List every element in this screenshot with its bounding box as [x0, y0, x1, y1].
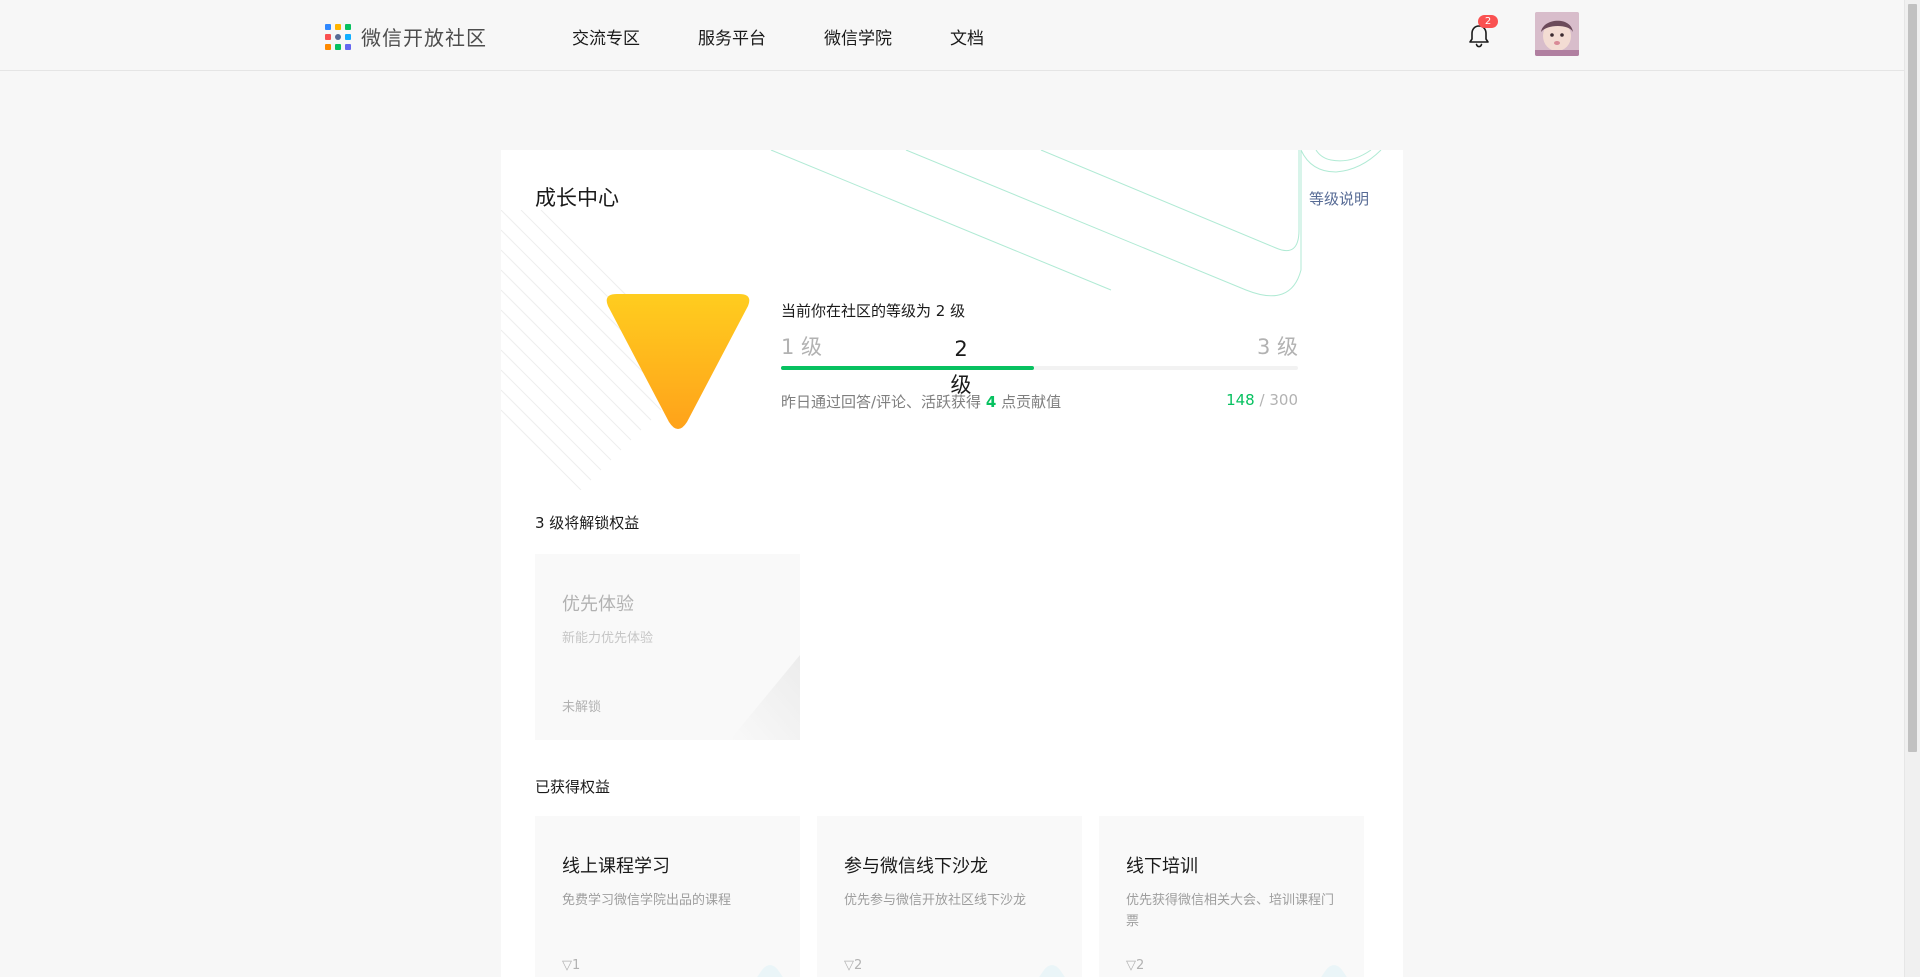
contribution-suffix: 点贡献值	[1001, 393, 1062, 411]
perk-description: 优先参与微信开放社区线下沙龙	[844, 893, 1027, 908]
logo-dot	[345, 33, 351, 40]
perk-level-tag: ▽2	[1126, 958, 1145, 973]
perk-card-offline-salon[interactable]: 参与微信线下沙龙 优先参与微信开放社区线下沙龙 ▽2	[817, 816, 1082, 977]
perk-name: 优先体验	[562, 594, 634, 615]
logo-dot	[335, 33, 341, 40]
score-display: 148 / 300	[1226, 391, 1298, 409]
main-nav: 交流专区 服务平台 微信学院 文档	[572, 24, 1042, 49]
logo-icon	[325, 23, 351, 50]
logo-dot	[325, 23, 331, 30]
perk-card-online-course[interactable]: 线上课程学习 免费学习微信学院出品的课程 ▽1	[535, 816, 800, 977]
perk-status: 未解锁	[562, 700, 602, 715]
earned-section-title: 已获得权益	[535, 778, 611, 796]
current-level-text: 当前你在社区的等级为 2 级	[781, 302, 966, 320]
level-progress-fill	[781, 366, 1035, 370]
level-end-label: 3 级	[1256, 335, 1298, 359]
perk-name: 参与微信线下沙龙	[844, 856, 988, 877]
perk-description: 免费学习微信学院出品的课程	[562, 893, 732, 908]
logo-dot	[335, 43, 341, 50]
nav-item-academy[interactable]: 微信学院	[824, 24, 892, 49]
level-help-link[interactable]: 等级说明	[1309, 188, 1369, 209]
contribution-prefix: 昨日通过回答/评论、活跃获得	[781, 393, 982, 411]
logo-dot	[325, 43, 331, 50]
mountain-decoration	[1321, 965, 1347, 977]
perk-level-tag: ▽2	[844, 958, 863, 973]
perk-name: 线下培训	[1126, 856, 1198, 877]
contribution-points: 4	[985, 393, 997, 411]
nav-item-community[interactable]: 交流专区	[572, 24, 640, 49]
site-logo[interactable]: 微信开放社区	[325, 22, 487, 51]
nav-item-docs[interactable]: 文档	[950, 24, 984, 49]
perk-card-offline-training[interactable]: 线下培训 优先获得微信相关大会、培训课程门票 ▽2	[1099, 816, 1364, 977]
logo-dot	[335, 23, 341, 30]
level-start-label: 1 级	[781, 335, 823, 359]
locked-corner-decoration	[730, 655, 800, 740]
logo-dot	[345, 43, 351, 50]
scrollbar-thumb[interactable]	[1908, 4, 1917, 752]
perk-level-tag: ▽1	[562, 958, 581, 973]
nav-item-service-platform[interactable]: 服务平台	[698, 24, 766, 49]
level-scale: 1 级 2 级 3 级	[781, 331, 1298, 397]
score-separator: /	[1259, 391, 1265, 409]
level-info: 当前你在社区的等级为 2 级 1 级 2 级 3 级 昨日通过回答/评论、活跃获…	[781, 300, 1298, 411]
mountain-decoration	[757, 965, 783, 977]
top-header: 微信开放社区 交流专区 服务平台 微信学院 文档 2	[0, 0, 1904, 71]
unlock-section-title: 3 级将解锁权益	[535, 514, 640, 532]
site-title: 微信开放社区	[361, 26, 487, 50]
contribution-row: 昨日通过回答/评论、活跃获得 4 点贡献值 148 / 300	[781, 391, 1298, 411]
perk-description: 优先获得微信相关大会、培训课程门票	[1126, 893, 1335, 929]
logo-dot	[345, 23, 351, 30]
logo-dot	[325, 33, 331, 40]
perk-name: 线上课程学习	[562, 856, 670, 877]
growth-center-card: 成长中心 等级说明 当前你在社区的等级为 2 级 1 级 2 级 3 级 昨日通…	[501, 150, 1403, 977]
level-progress-bar	[781, 366, 1298, 370]
page-title: 成长中心	[535, 186, 619, 210]
perk-card-priority-experience[interactable]: 优先体验 新能力优先体验 未解锁	[535, 554, 800, 740]
user-avatar[interactable]	[1535, 12, 1579, 56]
page-scrollbar[interactable]	[1904, 0, 1920, 977]
score-total: 300	[1269, 391, 1298, 409]
notification-badge: 2	[1478, 15, 1498, 28]
mountain-decoration	[1039, 965, 1065, 977]
score-current: 148	[1226, 391, 1255, 409]
level-badge-icon	[606, 294, 750, 429]
